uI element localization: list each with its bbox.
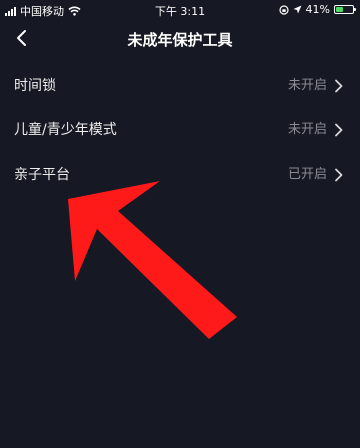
rotation-lock-icon [278,4,289,15]
location-icon [293,5,302,14]
setting-row-parent-platform[interactable]: 亲子平台 已开启 [0,153,360,197]
setting-label: 儿童/青少年模式 [14,122,117,138]
status-bar: 中国移动 下午 3:11 41% [0,0,360,20]
battery-icon [334,5,356,14]
chevron-right-icon [335,79,343,93]
setting-status: 未开启 [287,122,327,137]
setting-label: 时间锁 [14,78,56,94]
battery-percent: 41% [305,3,330,16]
setting-status: 已开启 [287,167,327,182]
chevron-right-icon [335,168,343,182]
phone-screen: 中国移动 下午 3:11 41% 未成年保护工具 时间锁 未开启 儿童/青少年模… [0,0,360,448]
page-title: 未成年保护工具 [127,31,233,49]
navigation-bar: 未成年保护工具 [0,20,360,58]
setting-row-time-lock[interactable]: 时间锁 未开启 [0,64,360,108]
status-bar-right: 41% [278,3,356,16]
setting-label: 亲子平台 [14,167,70,183]
chevron-right-icon [335,123,343,137]
setting-row-teen-mode[interactable]: 儿童/青少年模式 未开启 [0,108,360,152]
setting-status: 未开启 [287,78,327,93]
battery-level [336,7,343,12]
